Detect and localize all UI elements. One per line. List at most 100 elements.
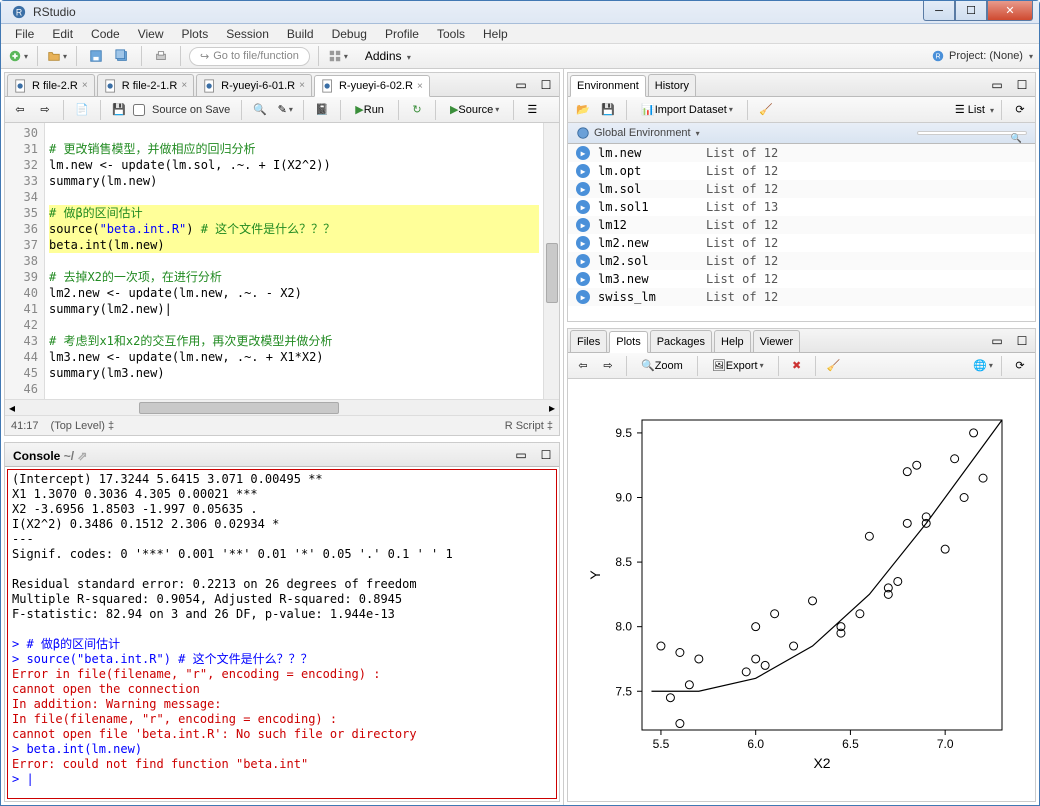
env-row[interactable]: ▶lm.newList of 12 — [568, 144, 1035, 162]
menu-edit[interactable]: Edit — [44, 25, 81, 43]
close-tab-icon[interactable]: × — [299, 80, 305, 91]
env-row[interactable]: ▶lm.sol1List of 13 — [568, 198, 1035, 216]
env-scope-menu[interactable]: Global Environment ▾ — [594, 127, 700, 139]
save-button[interactable] — [85, 45, 107, 67]
tab-packages[interactable]: Packages — [650, 330, 712, 352]
minimize-pane-icon[interactable]: ▭ — [510, 74, 532, 96]
editor-hscrollbar[interactable]: ◂▸ — [5, 399, 559, 415]
code-line[interactable]: lm.new <- update(lm.sol, .~. + I(X2^2)) — [49, 157, 539, 173]
code-line[interactable]: source("beta.int.R") # 这个文件是什么？？？ — [49, 221, 539, 237]
menu-debug[interactable]: Debug — [324, 25, 375, 43]
show-doc-button[interactable]: 📄 — [71, 99, 93, 121]
source-button[interactable]: ▶ Source ▾ — [443, 99, 506, 121]
code-line[interactable]: lm3.new <- update(lm.new, .~. + X1*X2) — [49, 349, 539, 365]
titlebar[interactable]: R RStudio ─ ☐ ✕ — [1, 1, 1039, 24]
plot-prev-button[interactable]: ⇦ — [572, 355, 594, 377]
code-line[interactable] — [49, 189, 539, 205]
clear-workspace-button[interactable]: 🧹 — [755, 99, 777, 121]
env-row[interactable]: ▶lm2.solList of 12 — [568, 252, 1035, 270]
grid-button[interactable]: ▾ — [327, 45, 349, 67]
print-button[interactable] — [150, 45, 172, 67]
source-tab[interactable]: R file-2.R× — [7, 74, 95, 96]
code-line[interactable] — [49, 253, 539, 269]
minimize-button[interactable]: ─ — [923, 1, 955, 21]
menu-file[interactable]: File — [7, 25, 42, 43]
code-line[interactable]: summary(lm3.new) — [49, 365, 539, 381]
scope-menu[interactable]: (Top Level) ‡ — [51, 420, 115, 432]
source-editor[interactable]: 3031323334353637383940414243444546 # 更改销… — [5, 123, 559, 399]
publish-button[interactable]: 🌐▾ — [972, 355, 994, 377]
close-tab-icon[interactable]: × — [181, 80, 187, 91]
menu-profile[interactable]: Profile — [377, 25, 427, 43]
console-min-icon[interactable]: ▭ — [510, 444, 532, 466]
new-file-button[interactable]: ▾ — [7, 45, 29, 67]
env-min-icon[interactable]: ▭ — [986, 74, 1008, 96]
source-tab[interactable]: R-yueyi-6-01.R× — [196, 74, 312, 96]
source-tab[interactable]: R file-2-1.R× — [97, 74, 194, 96]
remove-plot-button[interactable]: ✖ — [786, 355, 808, 377]
code-line[interactable] — [49, 317, 539, 333]
list-view-menu[interactable]: ☰ List ▾ — [955, 103, 994, 116]
import-dataset-button[interactable]: 📊 Import Dataset ▾ — [634, 99, 740, 121]
export-button[interactable]: 🖼 Export ▾ — [705, 355, 771, 377]
close-tab-icon[interactable]: × — [82, 80, 88, 91]
close-tab-icon[interactable]: × — [417, 81, 423, 92]
compile-button[interactable]: 📓 — [311, 99, 333, 121]
source-on-save-checkbox[interactable] — [133, 104, 145, 116]
menu-view[interactable]: View — [130, 25, 172, 43]
env-grid[interactable]: ▶lm.newList of 12▶lm.optList of 12▶lm.so… — [568, 144, 1035, 321]
code-line[interactable]: # 更改销售模型，并做相应的回归分析 — [49, 141, 539, 157]
rerun-button[interactable]: ↻ — [406, 99, 428, 121]
back-button[interactable]: ⇦ — [9, 99, 31, 121]
forward-button[interactable]: ⇨ — [34, 99, 56, 121]
editor-scrollbar[interactable] — [543, 123, 559, 399]
code-line[interactable] — [49, 125, 539, 141]
menu-tools[interactable]: Tools — [429, 25, 473, 43]
plots-max-icon[interactable]: ☐ — [1011, 330, 1033, 352]
open-file-button[interactable]: ▾ — [46, 45, 68, 67]
language-menu[interactable]: R Script ‡ — [505, 420, 553, 432]
project-menu[interactable]: R Project: (None) ▾ — [931, 49, 1033, 63]
menu-help[interactable]: Help — [475, 25, 516, 43]
outline-button[interactable]: ☰ — [521, 99, 543, 121]
close-button[interactable]: ✕ — [987, 1, 1033, 21]
save-all-button[interactable] — [111, 45, 133, 67]
env-search-input[interactable] — [917, 131, 1027, 135]
refresh-plot-button[interactable]: ⟳ — [1009, 355, 1031, 377]
save-source-button[interactable]: 💾 — [108, 99, 130, 121]
save-workspace-button[interactable]: 💾 — [597, 99, 619, 121]
plots-min-icon[interactable]: ▭ — [986, 330, 1008, 352]
code-line[interactable]: beta.int(lm.new) — [49, 237, 539, 253]
tab-history[interactable]: History — [648, 74, 696, 96]
maximize-button[interactable]: ☐ — [955, 1, 987, 21]
env-max-icon[interactable]: ☐ — [1011, 74, 1033, 96]
code-line[interactable]: lm2.new <- update(lm.new, .~. - X2) — [49, 285, 539, 301]
env-row[interactable]: ▶lm.solList of 12 — [568, 180, 1035, 198]
tab-viewer[interactable]: Viewer — [753, 330, 800, 352]
addins-menu[interactable]: Addins ▾ — [365, 49, 411, 63]
code-line[interactable]: summary(lm2.new)| — [49, 301, 539, 317]
maximize-pane-icon[interactable]: ☐ — [535, 74, 557, 96]
source-tab[interactable]: R-yueyi-6-02.R× — [314, 75, 430, 97]
code-line[interactable]: # 做β的区间估计 — [49, 205, 539, 221]
code-line[interactable]: # 去掉X2的一次项，在进行分析 — [49, 269, 539, 285]
console-body[interactable]: (Intercept) 17.3244 5.6415 3.071 0.00495… — [7, 469, 557, 799]
code-line[interactable]: summary(lm.new) — [49, 173, 539, 189]
tab-plots[interactable]: Plots — [609, 331, 647, 353]
goto-file-input[interactable]: ↪ Go to file/function — [189, 47, 310, 66]
menu-session[interactable]: Session — [218, 25, 277, 43]
menu-plots[interactable]: Plots — [174, 25, 217, 43]
zoom-button[interactable]: 🔍 Zoom — [634, 355, 690, 377]
menu-code[interactable]: Code — [83, 25, 128, 43]
run-button[interactable]: ▶ Run — [348, 99, 391, 121]
tab-environment[interactable]: Environment — [570, 75, 646, 97]
env-row[interactable]: ▶lm12List of 12 — [568, 216, 1035, 234]
env-row[interactable]: ▶lm.optList of 12 — [568, 162, 1035, 180]
wand-button[interactable]: ✎▾ — [274, 99, 296, 121]
load-workspace-button[interactable]: 📂 — [572, 99, 594, 121]
menu-build[interactable]: Build — [279, 25, 322, 43]
env-row[interactable]: ▶swiss_lmList of 12 — [568, 288, 1035, 306]
tab-files[interactable]: Files — [570, 330, 607, 352]
refresh-env-button[interactable]: ⟳ — [1009, 99, 1031, 121]
find-button[interactable]: 🔍 — [249, 99, 271, 121]
